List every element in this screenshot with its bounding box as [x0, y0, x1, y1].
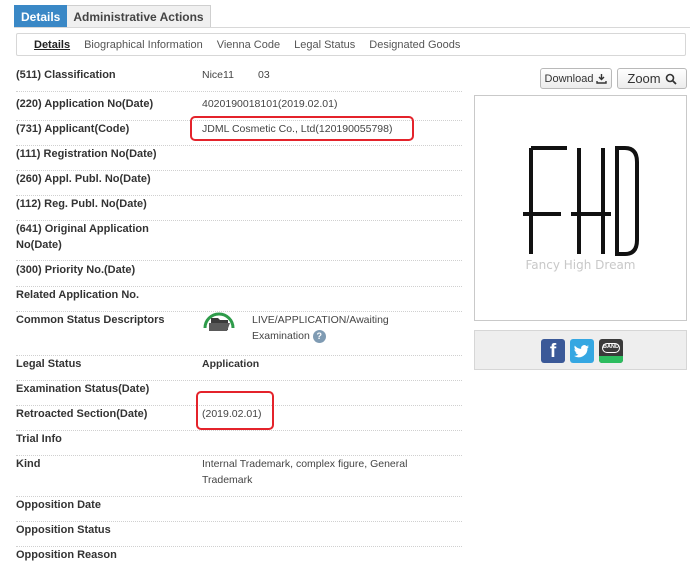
twitter-icon[interactable]	[570, 339, 594, 363]
common-status-label: Common Status Descriptors	[16, 314, 165, 326]
row-legal-status: Legal Status Application	[16, 356, 462, 381]
reg-publ-no-label: (112) Reg. Publ. No(Date)	[16, 198, 147, 210]
opposition-status-label: Opposition Status	[16, 524, 111, 536]
trademark-logo	[523, 146, 639, 256]
legal-status-label: Legal Status	[16, 358, 82, 370]
download-label: Download	[544, 72, 594, 85]
top-tabs: Details Administrative Actions	[14, 5, 211, 28]
tab-administrative-actions[interactable]: Administrative Actions	[67, 5, 211, 28]
application-no-value: 4020190018101(2019.02.01)	[202, 98, 338, 110]
share-bar: f BAND	[474, 330, 687, 370]
related-application-label: Related Application No.	[16, 289, 140, 301]
twitter-bird-glyph	[574, 345, 589, 358]
row-common-status: Common Status Descriptors LIVE/APPLICATI…	[16, 312, 462, 356]
applicant-highlight	[190, 116, 414, 141]
row-opposition-status: Opposition Status	[16, 522, 462, 547]
download-icon	[596, 74, 608, 84]
row-classification: (511) Classification Nice11 03	[16, 67, 462, 92]
row-kind: Kind Internal Trademark, complex figure,…	[16, 456, 462, 497]
opposition-reason-label: Opposition Reason	[16, 549, 117, 561]
appl-publ-no-label: (260) Appl. Publ. No(Date)	[16, 173, 151, 185]
classification-value: Nice11	[202, 69, 234, 81]
retroacted-section-label: Retroacted Section(Date)	[16, 408, 148, 420]
original-application-label: (641) Original Application No(Date)	[16, 223, 149, 251]
band-icon[interactable]: BAND	[599, 339, 623, 363]
tab-details[interactable]: Details	[14, 5, 68, 28]
classification-label: (511) Classification	[16, 69, 116, 81]
zoom-label: Zoom	[627, 71, 661, 86]
row-priority-no: (300) Priority No.(Date)	[16, 262, 462, 287]
subnav-vienna-code[interactable]: Vienna Code	[217, 39, 280, 51]
search-icon	[665, 73, 677, 85]
help-icon[interactable]: ?	[312, 329, 326, 343]
subnav-details[interactable]: Details	[34, 39, 70, 51]
row-original-application: (641) Original Application No(Date)	[16, 221, 462, 261]
trial-info-label: Trial Info	[16, 433, 62, 445]
row-registration-no: (111) Registration No(Date)	[16, 146, 462, 171]
band-stripe	[599, 356, 623, 363]
retroacted-highlight	[196, 391, 274, 430]
tab-divider	[14, 27, 690, 28]
row-opposition-reason: Opposition Reason	[16, 547, 462, 568]
row-related-application: Related Application No.	[16, 287, 462, 312]
common-status-value: LIVE/APPLICATION/Awaiting Examination?	[252, 312, 432, 344]
examination-status-label: Examination Status(Date)	[16, 383, 150, 395]
kind-label: Kind	[16, 458, 41, 470]
facebook-icon[interactable]: f	[541, 339, 565, 363]
folder-open-icon	[203, 312, 235, 331]
applicant-label: (731) Applicant(Code)	[16, 123, 130, 135]
row-opposition-date: Opposition Date	[16, 497, 462, 522]
trademark-image: Fancy High Dream	[474, 95, 687, 321]
sub-navigation: Details Biographical Information Vienna …	[16, 33, 686, 56]
classification-code: 03	[258, 69, 270, 81]
row-appl-publ-no: (260) Appl. Publ. No(Date)	[16, 171, 462, 196]
row-trial-info: Trial Info	[16, 431, 462, 456]
application-no-label: (220) Application No(Date)	[16, 98, 154, 110]
kind-value: Internal Trademark, complex figure, Gene…	[202, 458, 408, 486]
subnav-legal-status[interactable]: Legal Status	[294, 39, 355, 51]
trademark-caption: Fancy High Dream	[525, 258, 636, 272]
row-reg-publ-no: (112) Reg. Publ. No(Date)	[16, 196, 462, 221]
registration-no-label: (111) Registration No(Date)	[16, 148, 157, 160]
opposition-date-label: Opposition Date	[16, 499, 101, 511]
download-button[interactable]: Download	[540, 68, 612, 89]
zoom-button[interactable]: Zoom	[617, 68, 687, 89]
subnav-biographical-information[interactable]: Biographical Information	[84, 39, 203, 51]
band-label: BAND	[602, 343, 620, 353]
subnav-designated-goods[interactable]: Designated Goods	[369, 39, 460, 51]
legal-status-value: Application	[202, 358, 260, 370]
priority-no-label: (300) Priority No.(Date)	[16, 264, 136, 276]
